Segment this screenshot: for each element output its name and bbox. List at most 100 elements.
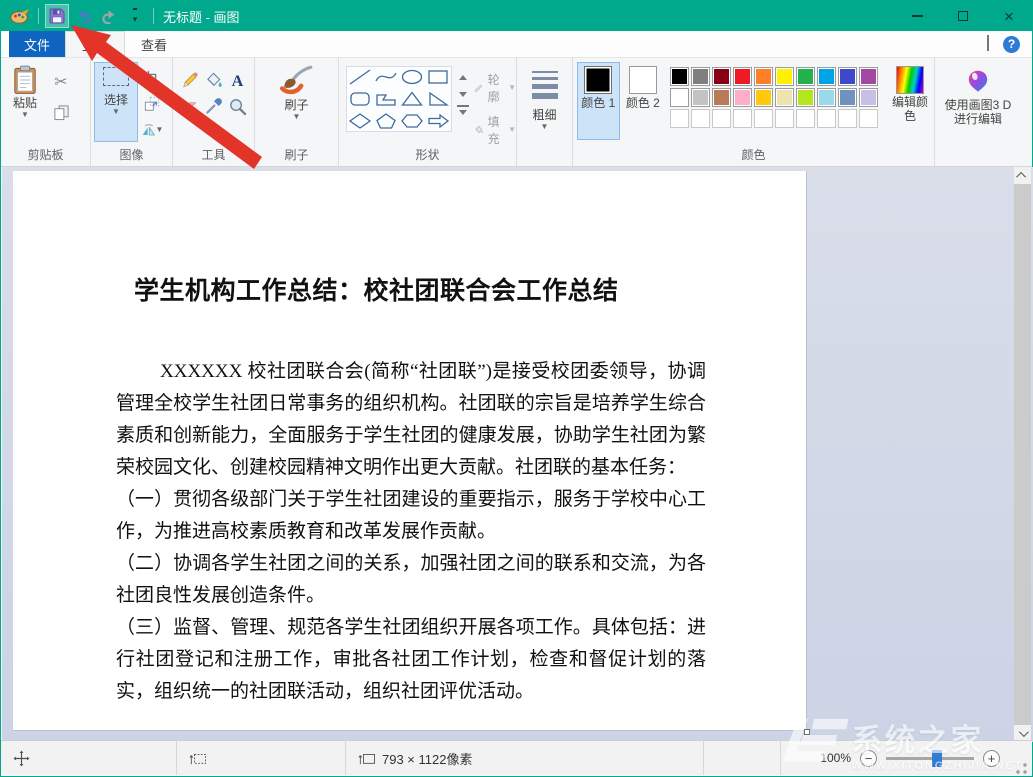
rotate-dropdown-icon[interactable]: ▼ [156, 126, 164, 134]
shape-ellipse-icon[interactable] [400, 68, 424, 89]
palette-swatch[interactable] [796, 67, 815, 86]
help-icon[interactable]: ? [1003, 36, 1020, 53]
palette-swatch-empty[interactable] [712, 109, 731, 128]
fill-tool[interactable] [204, 71, 223, 93]
palette-swatch[interactable] [817, 88, 836, 107]
crop-icon [144, 70, 160, 86]
size-button[interactable]: 粗细 ▼ [523, 63, 567, 166]
shape-curve-icon[interactable] [374, 68, 398, 89]
shape-right-triangle-icon[interactable] [426, 90, 450, 111]
copy-icon [53, 104, 70, 121]
cursor-position-cell [1, 741, 177, 775]
palette-swatch[interactable] [733, 67, 752, 86]
palette-swatch[interactable] [754, 88, 773, 107]
select-button[interactable]: 选择 ▼ [95, 63, 137, 141]
shapes-more-icon[interactable] [457, 105, 469, 117]
outline-button[interactable]: 轮廓 ▼ [474, 71, 516, 105]
zoom-slider-thumb[interactable] [932, 750, 942, 767]
qat-customize-dropdown-icon[interactable]: ▾ [124, 5, 146, 27]
palette-swatch-empty[interactable] [796, 109, 815, 128]
zoom-in-button[interactable]: + [983, 750, 1000, 767]
maximize-button[interactable] [940, 1, 986, 31]
status-bar: 793 × 1122像素 100% − + [1, 740, 1032, 775]
palette-swatch[interactable] [733, 88, 752, 107]
size-dropdown-icon[interactable]: ▼ [541, 123, 549, 131]
pencil-tool[interactable] [180, 71, 199, 93]
scrollbar-up-icon[interactable] [1014, 167, 1031, 184]
paint3d-button[interactable]: 使用画图3 D 进行编辑 [942, 63, 1014, 166]
palette-swatch-empty[interactable] [733, 109, 752, 128]
palette-swatch[interactable] [796, 88, 815, 107]
palette-swatch[interactable] [754, 67, 773, 86]
shape-diamond-icon[interactable] [348, 112, 372, 133]
shape-arrow-icon[interactable] [426, 112, 450, 133]
vertical-scrollbar[interactable] [1014, 167, 1031, 742]
palette-swatch[interactable] [838, 88, 857, 107]
palette-swatch[interactable] [712, 88, 731, 107]
edit-colors-icon [896, 66, 924, 94]
shape-polygon-icon[interactable] [374, 90, 398, 111]
save-button[interactable] [46, 5, 68, 27]
palette-swatch[interactable] [817, 67, 836, 86]
tab-file[interactable]: 文件 [9, 31, 65, 57]
canvas-area[interactable]: 学生机构工作总结：校社团联合会工作总结 XXXXXX 校社团联合会(简称“社团联… [2, 167, 1033, 742]
undo-button[interactable] [72, 5, 94, 27]
magnifier-tool[interactable] [228, 97, 247, 119]
zoom-slider[interactable] [886, 757, 974, 760]
crop-button[interactable] [140, 67, 164, 89]
palette-swatch-empty[interactable] [859, 109, 878, 128]
minimize-button[interactable] [894, 1, 940, 31]
shape-triangle-icon[interactable] [400, 90, 424, 111]
palette-swatch[interactable] [859, 67, 878, 86]
palette-swatch-empty[interactable] [670, 109, 689, 128]
text-tool[interactable]: A [228, 71, 247, 93]
palette-swatch-empty[interactable] [838, 109, 857, 128]
brushes-dropdown-icon[interactable]: ▼ [293, 113, 301, 121]
palette-swatch-empty[interactable] [691, 109, 710, 128]
palette-swatch[interactable] [670, 67, 689, 86]
palette-swatch[interactable] [859, 88, 878, 107]
group-colors: 颜色 1 颜色 2 编辑颜色 颜色 [573, 58, 935, 166]
tab-home[interactable]: 主页 [65, 31, 125, 57]
outline-dropdown-icon: ▼ [508, 84, 516, 92]
select-dropdown-icon[interactable]: ▼ [112, 108, 120, 116]
shape-hexagon-icon[interactable] [400, 112, 424, 133]
shapes-scroll-up-icon[interactable] [457, 71, 469, 83]
shape-pentagon-icon[interactable] [374, 112, 398, 133]
resize-button[interactable] [140, 93, 164, 115]
resize-grip[interactable] [1015, 762, 1028, 775]
eraser-tool[interactable] [180, 97, 199, 119]
palette-swatch[interactable] [775, 88, 794, 107]
color2-button[interactable]: 颜色 2 [623, 63, 664, 139]
palette-swatch-empty[interactable] [817, 109, 836, 128]
palette-swatch[interactable] [691, 67, 710, 86]
collapse-ribbon-icon[interactable] [987, 37, 989, 51]
cut-button[interactable]: ✂ [49, 71, 73, 93]
palette-swatch-empty[interactable] [775, 109, 794, 128]
zoom-out-button[interactable]: − [860, 750, 877, 767]
shape-rounded-rectangle-icon[interactable] [348, 90, 372, 111]
palette-swatch-empty[interactable] [754, 109, 773, 128]
palette-swatch[interactable] [712, 67, 731, 86]
shape-rectangle-icon[interactable] [426, 68, 450, 89]
redo-button[interactable] [98, 5, 120, 27]
color1-button[interactable]: 颜色 1 [578, 63, 619, 139]
canvas-resize-handle[interactable] [804, 729, 810, 735]
palette-swatch[interactable] [691, 88, 710, 107]
image-size-icon [358, 750, 376, 766]
document-page[interactable]: 学生机构工作总结：校社团联合会工作总结 XXXXXX 校社团联合会(简称“社团联… [13, 171, 807, 731]
copy-button[interactable] [49, 101, 73, 123]
palette-swatch[interactable] [670, 88, 689, 107]
selection-size-cell [177, 741, 346, 775]
shape-line-icon[interactable] [348, 68, 372, 89]
cursor-position-icon [13, 750, 30, 767]
shapes-scroll-down-icon[interactable] [457, 88, 469, 100]
paste-dropdown-icon[interactable]: ▼ [21, 111, 29, 119]
palette-swatch[interactable] [838, 67, 857, 86]
close-button[interactable]: × [986, 1, 1032, 31]
eyedropper-tool[interactable] [204, 97, 223, 119]
fill-button[interactable]: 填充 ▼ [474, 113, 516, 147]
rotate-button[interactable]: ▼ [140, 119, 164, 141]
tab-view[interactable]: 查看 [125, 31, 183, 57]
palette-swatch[interactable] [775, 67, 794, 86]
